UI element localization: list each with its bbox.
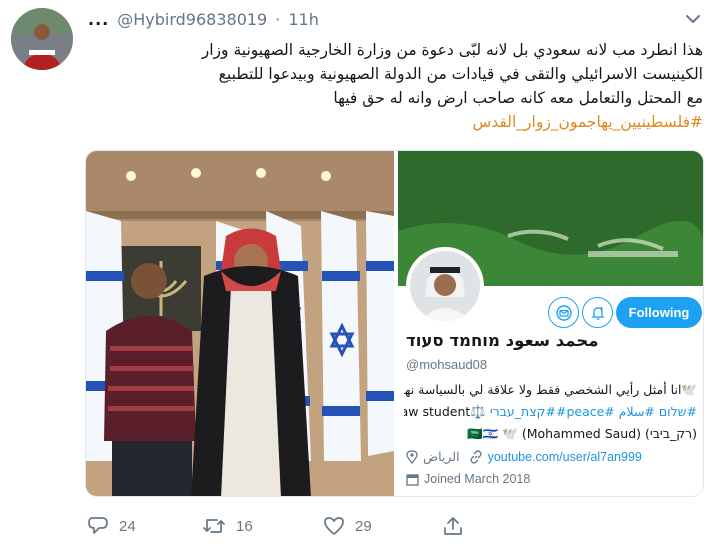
retweet-action[interactable]: 16 [202,515,253,537]
retweet-icon [203,519,225,533]
mail-icon [555,304,572,321]
bio-line: #שלום #سلام #peace##קצת_עברי ⚖️Law stude… [404,401,697,423]
separator-dot: · [275,10,281,29]
bio-hashtags[interactable]: #שלום #سلام #peace##קצת_עברי [490,404,697,419]
profile-card[interactable]: Following محمد سعود מוחמד סעוד @mohsaud0… [398,151,703,496]
calendar-icon [406,473,419,486]
retweet-count: 16 [236,517,253,535]
hashtag-link[interactable]: #فلسطينيين_يهاجمون_زوار_القدس [85,110,703,134]
reply-icon [88,517,108,534]
profile-bio: 🕊️انا أمثل رأيي الشخصي فقط ولا علاقة لي … [404,379,697,445]
location-pin-icon [406,449,418,464]
tweet[interactable]: ... @Hybird96838019 · 11h هذا انطرد مب ل… [0,0,709,550]
profile-joined: Joined March 2018 [406,472,696,486]
username-placeholder[interactable]: ... [88,10,109,29]
tweet-text: هذا انطرد مب لانه سعودي بل لانه لبّى دعو… [85,38,703,134]
profile-avatar[interactable] [406,247,484,325]
tweet-text-line: مع المحتل والتعامل معه كانه صاحب ارض وان… [333,89,703,107]
tweet-text-line: الكينيست الاسرائيلي والتقى في قيادات من … [218,65,703,83]
profile-location-url: الرياض youtube.com/user/al7an999 [406,449,696,464]
tweet-media[interactable]: Following محمد سعود מוחמד סעוד @mohsaud0… [85,150,704,497]
timestamp[interactable]: 11h [288,10,319,29]
reply-action[interactable]: 24 [87,515,136,537]
profile-handle[interactable]: @mohsaud08 [406,357,487,372]
link-icon [469,449,482,464]
following-button[interactable]: Following [616,297,702,328]
tweet-header: ... @Hybird96838019 · 11h [88,10,319,29]
avatar[interactable] [11,8,73,70]
user-handle[interactable]: @Hybird96838019 [117,10,267,29]
tweet-text-line: هذا انطرد مب لانه سعودي بل لانه لبّى دعو… [201,41,703,59]
bio-line: 🕊️انا أمثل رأيي الشخصي فقط ولا علاقة لي … [404,382,697,397]
meeting-photo[interactable] [86,151,394,496]
profile-url[interactable]: youtube.com/user/al7an999 [488,450,642,464]
like-action[interactable]: 29 [323,515,372,537]
like-count: 29 [355,517,372,535]
profile-name[interactable]: محمد سعود מוחמד סעוד [406,331,598,350]
profile-location: الرياض [423,450,460,464]
chevron-down-icon[interactable] [684,12,702,26]
message-button[interactable] [548,297,579,328]
tweet-actions: 24 16 29 [85,515,505,545]
share-icon [444,517,462,535]
reply-count: 24 [119,517,136,535]
notification-bell-icon [590,306,605,320]
bio-line: (רק_ביבי) 🇸🇦🇮🇱 🕊️ (Mohammed Saud) [467,426,697,441]
joined-date: Joined March 2018 [424,472,531,486]
bio-law-student: ⚖️Law student [404,404,486,419]
notifications-button[interactable] [582,297,613,328]
like-icon [324,517,344,535]
share-action[interactable] [442,515,464,537]
